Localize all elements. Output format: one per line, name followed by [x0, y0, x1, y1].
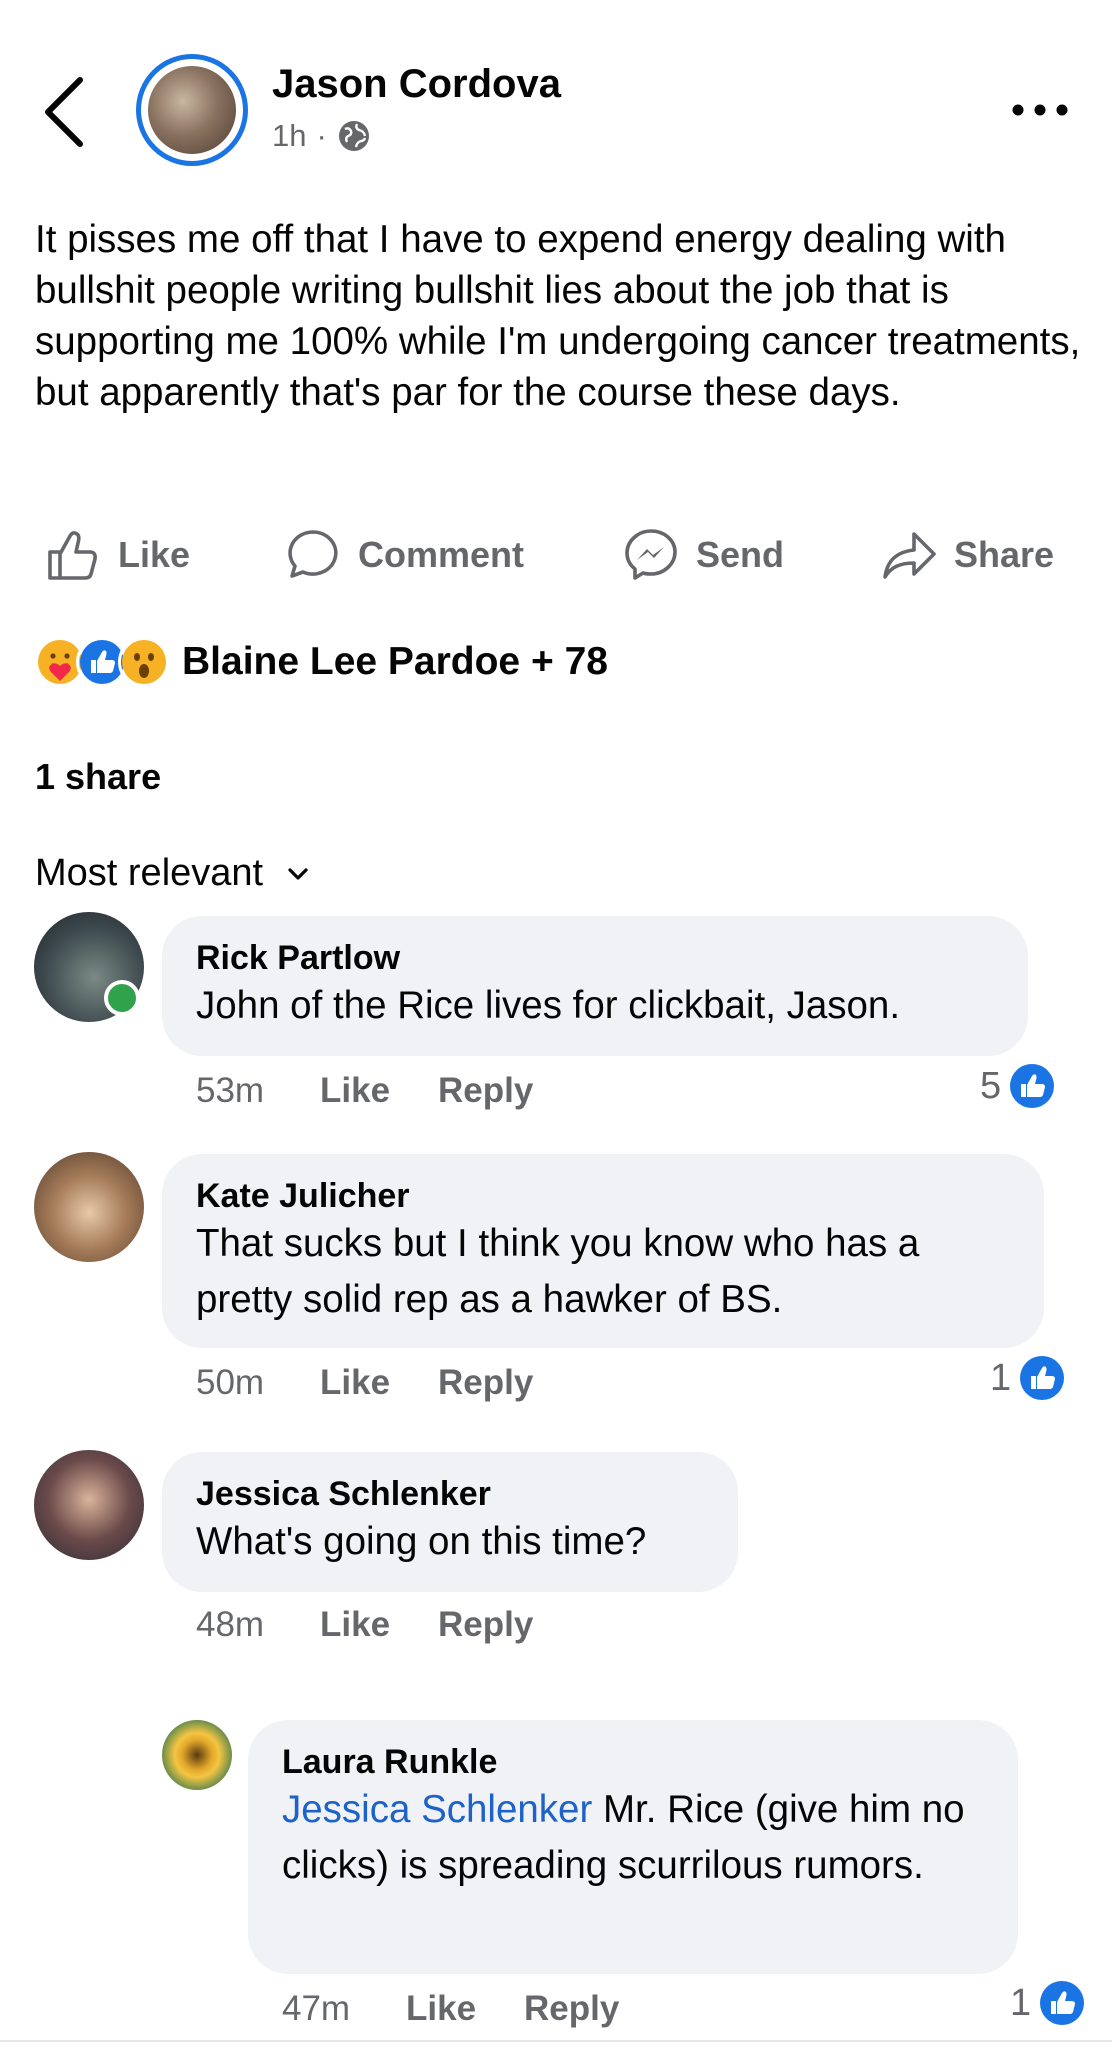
comment-text: What's going on this time? [196, 1520, 647, 1563]
reply-reply-button[interactable]: Reply [524, 1989, 619, 2029]
like-button-label: Like [118, 534, 191, 575]
share-button[interactable]: Share [880, 520, 1054, 590]
comment-actions: 53m Like Reply [196, 1066, 533, 1116]
send-button-label: Send [696, 534, 785, 575]
like-badge-icon [1010, 1064, 1055, 1108]
commenter-avatar[interactable] [34, 1152, 144, 1262]
like-button[interactable]: Like [44, 520, 190, 590]
meta-separator: · [316, 118, 327, 153]
back-arrow-icon[interactable] [40, 72, 90, 152]
reply-actions: 47m Like Reply [282, 1984, 619, 2034]
globe-icon [338, 121, 369, 151]
comment-reply-button[interactable]: Reply [438, 1605, 533, 1645]
reaction-count-number: 5 [980, 1064, 1002, 1107]
reaction-count-number: 1 [1010, 1981, 1032, 2024]
share-arrow-icon [883, 532, 936, 579]
wow-emoji-icon [118, 636, 170, 688]
commenter-name[interactable]: Rick Partlow [196, 938, 994, 978]
bottom-divider [0, 2040, 1112, 2042]
comment-text: John of the Rice lives for clickbait, Ja… [196, 984, 901, 1027]
reaction-icons[interactable] [34, 636, 170, 688]
send-button[interactable]: Send [622, 520, 784, 590]
author-avatar[interactable] [136, 54, 248, 166]
like-badge-icon [1020, 1356, 1065, 1400]
reply-time[interactable]: 47m [282, 1989, 406, 2029]
thumbs-up-icon [48, 531, 97, 580]
messenger-icon [625, 529, 677, 580]
comment-bubble: Jessica Schlenker What's going on this t… [162, 1452, 738, 1592]
commenter-name[interactable]: Kate Julicher [196, 1176, 1010, 1216]
comment-text: That sucks but I think you know who has … [196, 1222, 920, 1321]
reaction-count-number: 1 [990, 1356, 1012, 1399]
commenter-avatar[interactable] [34, 1450, 144, 1560]
comment-bubble-icon [288, 530, 338, 578]
post-author-name[interactable]: Jason Cordova [272, 62, 561, 107]
reply-reaction-count[interactable]: 1 [1010, 1980, 1085, 2026]
post-text: It pisses me off that I have to expend e… [35, 218, 1081, 414]
post-meta: 1h · [272, 118, 371, 154]
share-count[interactable]: 1 share [35, 756, 161, 798]
reaction-summary[interactable]: Blaine Lee Pardoe + 78 [182, 640, 608, 684]
chevron-down-icon [288, 867, 308, 880]
comment-reply-button[interactable]: Reply [438, 1071, 533, 1111]
more-options-icon[interactable] [1010, 100, 1070, 120]
comment-actions: 50m Like Reply [196, 1358, 533, 1408]
sort-label: Most relevant [35, 852, 264, 894]
comment-bubble: Kate Julicher That sucks but I think you… [162, 1154, 1044, 1348]
comment-like-button[interactable]: Like [320, 1605, 438, 1645]
comment-button-label: Comment [358, 534, 525, 575]
share-button-label: Share [954, 534, 1055, 575]
mention-link[interactable]: Jessica Schlenker [282, 1788, 592, 1831]
like-badge-icon [1040, 1981, 1085, 2025]
post-time[interactable]: 1h [272, 118, 306, 154]
comment-reply-button[interactable]: Reply [438, 1363, 533, 1403]
comment-time[interactable]: 53m [196, 1071, 320, 1111]
replier-name[interactable]: Laura Runkle [282, 1742, 984, 1782]
comment-time[interactable]: 50m [196, 1363, 320, 1403]
comment-reaction-count[interactable]: 1 [990, 1355, 1065, 1401]
reply-text-line: Jessica Schlenker Mr. Rice (give him no … [282, 1782, 984, 1894]
replier-avatar[interactable] [162, 1720, 232, 1790]
comment-like-button[interactable]: Like [320, 1071, 438, 1111]
comment-sort-dropdown[interactable]: Most relevant [35, 852, 309, 895]
comment-bubble: Rick Partlow John of the Rice lives for … [162, 916, 1028, 1056]
comment-time[interactable]: 48m [196, 1605, 320, 1645]
online-status-dot [104, 980, 140, 1016]
comment-actions: 48m Like Reply [196, 1600, 533, 1650]
reply-like-button[interactable]: Like [406, 1989, 524, 2029]
reply-bubble: Laura Runkle Jessica Schlenker Mr. Rice … [248, 1720, 1018, 1974]
comment-button[interactable]: Comment [284, 520, 524, 590]
comment-like-button[interactable]: Like [320, 1363, 438, 1403]
comment-reaction-count[interactable]: 5 [980, 1063, 1055, 1109]
post-action-bar: Like Comment Send Share [0, 520, 1112, 590]
commenter-name[interactable]: Jessica Schlenker [196, 1474, 704, 1514]
